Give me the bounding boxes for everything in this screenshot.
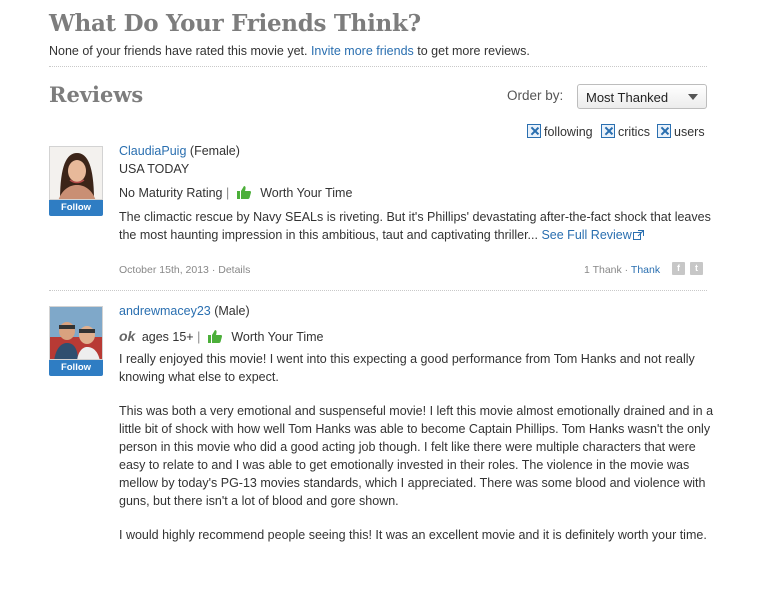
reviewer-avatar[interactable]: Follow bbox=[49, 306, 103, 376]
maturity-rating: No Maturity Rating bbox=[119, 186, 223, 200]
see-full-review-label: See Full Review bbox=[541, 228, 632, 242]
review-meta: October 15th, 2013 · Details bbox=[119, 264, 250, 276]
review-author-line: andrewmacey23 (Male) bbox=[119, 304, 250, 318]
friends-heading: What Do Your Friends Think? bbox=[49, 10, 421, 37]
order-by-select[interactable]: Most Thanked bbox=[577, 84, 707, 109]
review-body: I really enjoyed this movie! I went into… bbox=[119, 350, 714, 560]
meta-dot: · bbox=[624, 264, 629, 276]
review-author-gender: (Male) bbox=[214, 304, 250, 318]
checkbox-checked-icon[interactable] bbox=[601, 124, 615, 138]
checkbox-checked-icon[interactable] bbox=[657, 124, 671, 138]
checkbox-checked-icon[interactable] bbox=[527, 124, 541, 138]
friends-note-suffix: to get more reviews. bbox=[417, 44, 530, 58]
filter-critics-label: critics bbox=[618, 125, 650, 139]
separator: | bbox=[226, 186, 230, 200]
filter-following[interactable]: following bbox=[527, 124, 593, 139]
filter-following-label: following bbox=[544, 125, 593, 139]
invite-friends-link[interactable]: Invite more friends bbox=[311, 44, 414, 58]
review-author-line: ClaudiaPuig (Female) bbox=[119, 144, 240, 158]
review-author-link[interactable]: ClaudiaPuig bbox=[119, 144, 186, 158]
review-author-gender: (Female) bbox=[189, 144, 240, 158]
order-by-label: Order by: bbox=[507, 88, 564, 103]
review-rating-line: No Maturity Rating | Worth Your Time bbox=[119, 186, 352, 202]
meta-dot: · bbox=[211, 264, 216, 276]
verdict: Worth Your Time bbox=[231, 330, 324, 344]
friends-note: None of your friends have rated this mov… bbox=[49, 44, 530, 58]
follow-button[interactable]: Follow bbox=[49, 200, 103, 216]
filter-users[interactable]: users bbox=[657, 124, 705, 139]
review-publication: USA TODAY bbox=[119, 162, 190, 176]
reviewer-avatar[interactable]: Follow bbox=[49, 146, 103, 216]
external-link-icon bbox=[632, 228, 644, 242]
avatar-photo[interactable] bbox=[49, 146, 103, 200]
thank-link[interactable]: Thank bbox=[631, 264, 660, 276]
review-thanks: 1 Thank · Thank bbox=[584, 264, 660, 276]
details-link[interactable]: Details bbox=[218, 264, 250, 276]
twitter-icon[interactable]: t bbox=[690, 262, 703, 275]
age-badge-icon: ok bbox=[119, 328, 136, 344]
friends-note-prefix: None of your friends have rated this mov… bbox=[49, 44, 308, 58]
caret-down-icon bbox=[688, 94, 698, 100]
review-rating-line: ok ages 15+ | Worth Your Time bbox=[119, 328, 324, 346]
age-rating: ages 15+ bbox=[141, 330, 194, 344]
review-filters: following critics users bbox=[527, 124, 707, 140]
review-paragraph: This was both a very emotional and suspe… bbox=[119, 404, 714, 508]
verdict: Worth Your Time bbox=[260, 186, 353, 200]
review-paragraph: I really enjoyed this movie! I went into… bbox=[119, 352, 695, 384]
review-body: The climactic rescue by Navy SEALs is ri… bbox=[119, 208, 714, 244]
review-author-link[interactable]: andrewmacey23 bbox=[119, 304, 211, 318]
see-full-review-link[interactable]: See Full Review bbox=[541, 228, 644, 242]
separator: | bbox=[197, 330, 201, 344]
divider bbox=[49, 290, 707, 291]
review-date: October 15th, 2013 bbox=[119, 264, 209, 276]
order-by-value: Most Thanked bbox=[586, 90, 669, 105]
divider bbox=[49, 66, 707, 67]
review-paragraph: I would highly recommend people seeing t… bbox=[119, 528, 707, 542]
thanks-count: 1 Thank bbox=[584, 264, 622, 276]
thumbs-up-icon bbox=[236, 186, 251, 202]
avatar-photo[interactable] bbox=[49, 306, 103, 360]
filter-critics[interactable]: critics bbox=[601, 124, 650, 139]
filter-users-label: users bbox=[674, 125, 705, 139]
follow-button[interactable]: Follow bbox=[49, 360, 103, 376]
thumbs-up-icon bbox=[207, 330, 222, 346]
facebook-icon[interactable]: f bbox=[672, 262, 685, 275]
reviews-heading: Reviews bbox=[49, 82, 144, 107]
